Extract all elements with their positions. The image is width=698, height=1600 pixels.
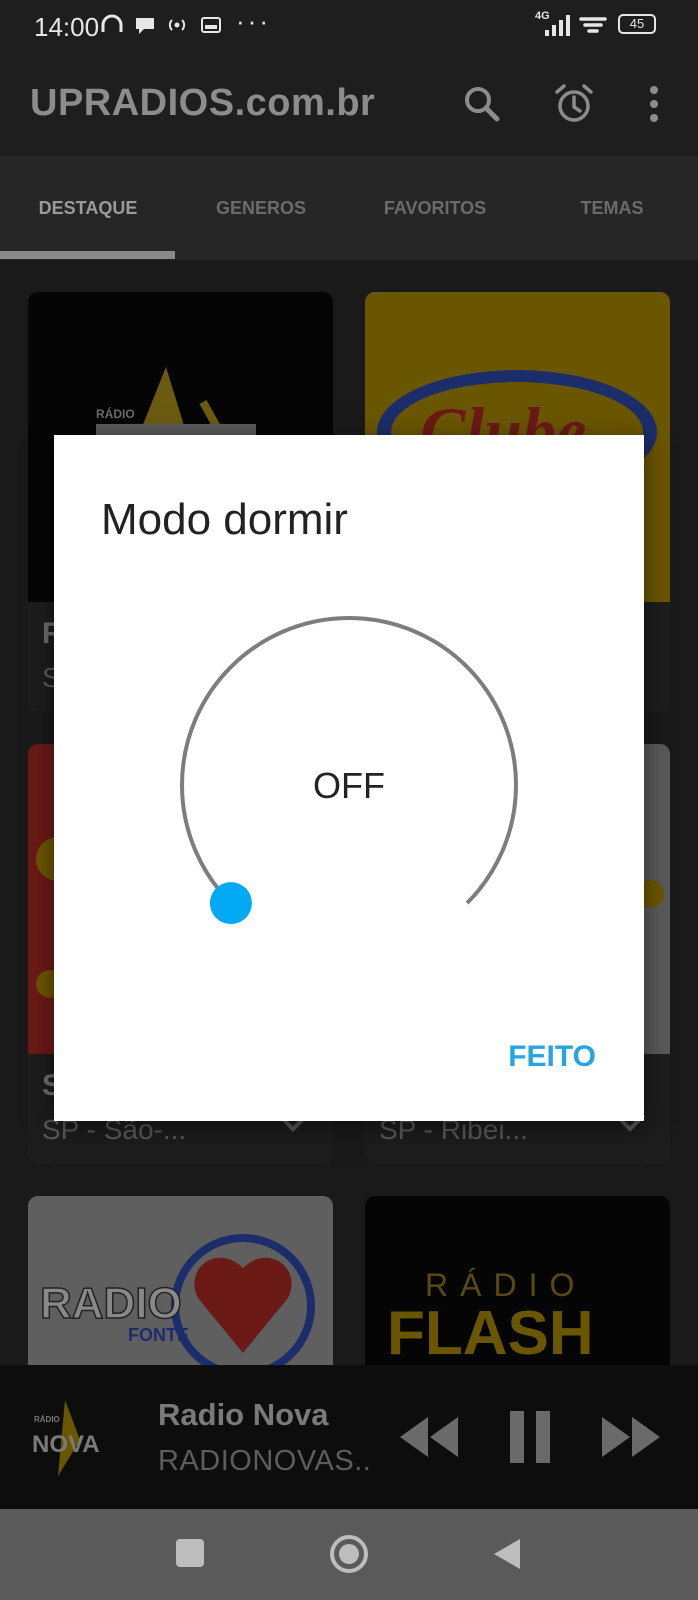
dial-value-label: OFF xyxy=(313,765,385,806)
logo-text-radio: RADIO xyxy=(40,1279,182,1328)
alarm-clock-icon[interactable] xyxy=(552,82,596,126)
headphones-icon xyxy=(101,14,123,32)
sleep-timer-dialog: Modo dormir OFF FEITO xyxy=(54,435,644,1121)
radio-nova-logo: RÁDIO NOVA xyxy=(32,1400,100,1476)
logo-text-radio: RÁDIO xyxy=(34,1415,60,1424)
app-bar: UPRADIOS.com.br xyxy=(0,52,698,156)
hotspot-icon xyxy=(168,19,186,31)
battery-level: 45 xyxy=(629,16,645,31)
chat-icon xyxy=(136,18,154,34)
more-dots-icon: ··· xyxy=(236,6,271,36)
mini-player[interactable]: RÁDIO NOVA Radio Nova RADIONOVAS.. xyxy=(0,1365,698,1509)
tab-bar: DESTAQUE GENEROS FAVORITOS TEMAS xyxy=(0,156,698,260)
signal-icon xyxy=(545,15,570,36)
station-logo: RADIO FONTE xyxy=(28,1196,333,1365)
station-card[interactable]: RÁDIO FLASH xyxy=(365,1196,670,1365)
player-station-name: Radio Nova xyxy=(158,1397,329,1432)
search-icon[interactable] xyxy=(460,82,504,126)
tab-destaque[interactable]: DESTAQUE xyxy=(3,198,173,219)
dialog-title: Modo dormir xyxy=(101,495,348,544)
back-button[interactable] xyxy=(492,1537,522,1571)
logo-text-radio: RÁDIO xyxy=(96,406,135,421)
fast-forward-icon[interactable] xyxy=(600,1415,662,1459)
player-station-subtitle: RADIONOVAS.. xyxy=(158,1445,372,1477)
logo-text-fonte: FONTE xyxy=(128,1325,189,1345)
tab-indicator xyxy=(0,251,175,259)
system-nav-bar xyxy=(0,1509,698,1600)
overflow-menu-icon[interactable] xyxy=(632,82,676,126)
wifi-icon xyxy=(579,17,607,33)
home-button[interactable] xyxy=(328,1533,370,1575)
tab-generos[interactable]: GENEROS xyxy=(176,198,346,219)
recent-apps-button[interactable] xyxy=(176,1539,204,1567)
status-bar: 14:00 ··· 4G 45 xyxy=(0,0,698,52)
station-logo: RÁDIO FLASH xyxy=(365,1196,670,1365)
tab-temas[interactable]: TEMAS xyxy=(527,198,697,219)
status-time: 14:00 xyxy=(34,12,100,42)
screen-icon xyxy=(201,17,221,33)
station-card[interactable]: RADIO FONTE xyxy=(28,1196,333,1365)
logo-text-radio: RÁDIO xyxy=(425,1267,586,1303)
rewind-icon[interactable] xyxy=(398,1415,460,1459)
radio-fonte-logo: RADIO FONTE xyxy=(39,1234,315,1365)
done-button[interactable]: FEITO xyxy=(508,1040,596,1074)
radio-flash-logo: RÁDIO FLASH xyxy=(387,1267,594,1365)
pause-icon[interactable] xyxy=(508,1411,552,1463)
logo-text-nova: NOVA xyxy=(32,1431,100,1458)
battery-icon: 45 xyxy=(618,14,656,34)
logo-text-flash: FLASH xyxy=(387,1299,594,1365)
tab-favoritos[interactable]: FAVORITOS xyxy=(350,198,520,219)
dial-knob[interactable] xyxy=(209,882,252,925)
app-title: UPRADIOS.com.br xyxy=(30,82,376,124)
